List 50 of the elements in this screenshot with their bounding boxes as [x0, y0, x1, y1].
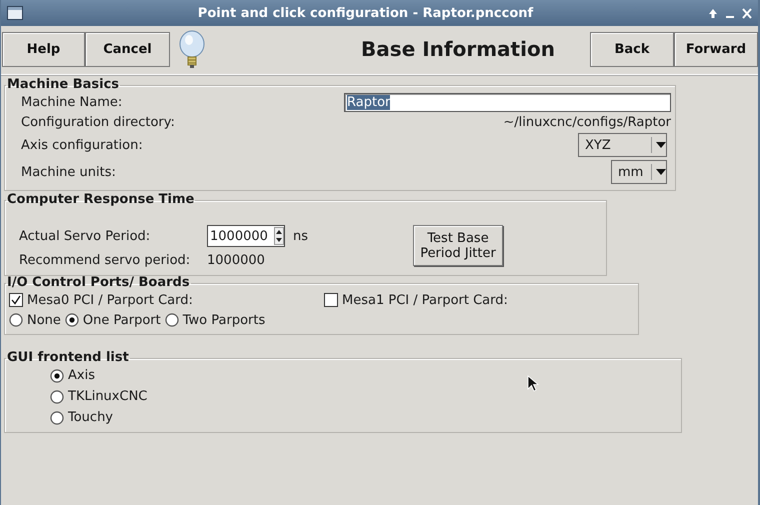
frame-title: GUI frontend list: [7, 350, 129, 365]
frame-title: Machine Basics: [7, 77, 120, 92]
dropdown[interactable]: mm: [611, 160, 667, 184]
minimize-icon: [726, 16, 734, 18]
frontend-radio[interactable]: Touchy: [9, 407, 114, 428]
field-label: Machine Name:: [21, 95, 124, 110]
option-label: Two Parports: [182, 312, 266, 328]
option-label: One Parport: [82, 312, 161, 328]
unit-label: ns: [293, 228, 308, 244]
parport-radio[interactable]: One Parport: [64, 312, 161, 328]
field-label: Recommend servo period:: [19, 252, 192, 268]
wizard-button[interactable]: Help: [2, 32, 85, 66]
option-label: Axis: [68, 368, 95, 383]
field-label: Configuration directory:: [21, 115, 176, 130]
servo-period-spinner[interactable]: 1000000: [207, 225, 285, 247]
card-checkbox[interactable]: Mesa0 PCI / Parport Card:: [9, 292, 324, 308]
wizard-button[interactable]: Back: [590, 32, 674, 66]
wizard-button[interactable]: Forward: [674, 32, 758, 66]
dropdown-value: XYZ: [585, 138, 612, 152]
dropdown-value: mm: [618, 164, 644, 180]
parport-radio[interactable]: Two Parports: [164, 312, 266, 328]
directory-path: ~/linuxcnc/configs/Raptor: [503, 115, 671, 130]
frame-title: I/O Control Ports/ Boards: [7, 275, 190, 290]
field-label: Axis configuration:: [21, 138, 144, 152]
window-icon: [7, 6, 23, 20]
field-label: Actual Servo Period:: [19, 228, 152, 244]
dropdown-arrow-icon: [656, 169, 666, 175]
light-bulb-icon: [178, 30, 206, 68]
name-field[interactable]: Raptor: [344, 93, 671, 112]
option-label: None: [27, 312, 61, 328]
close-icon: [742, 8, 752, 18]
dropdown-arrow-icon: [656, 142, 666, 148]
field-label: Machine units:: [21, 164, 117, 180]
option-label: Touchy: [68, 410, 114, 425]
spinner-arrows-icon: [274, 227, 284, 245]
option-label: Mesa0 PCI / Parport Card:: [27, 292, 193, 308]
frontend-radio[interactable]: TKLinuxCNC: [9, 386, 148, 407]
mouse-cursor-icon: [527, 375, 539, 392]
recommended-value: 1000000: [207, 252, 265, 268]
parport-radio[interactable]: None: [9, 312, 61, 328]
test-jitter-button[interactable]: Test Base Period Jitter: [413, 225, 504, 266]
page-title: Base Information: [360, 37, 556, 61]
frame-title: Computer Response Time: [7, 192, 194, 207]
spinner-value: 1000000: [210, 228, 268, 244]
dropdown[interactable]: XYZ: [578, 133, 667, 157]
window-title: Point and click configuration - Raptor.pncconf: [196, 6, 534, 20]
frontend-radio[interactable]: Axis: [9, 365, 95, 386]
option-label: TKLinuxCNC: [68, 389, 148, 404]
wizard-button[interactable]: Cancel: [85, 32, 170, 66]
up-arrow-icon: [708, 8, 718, 18]
